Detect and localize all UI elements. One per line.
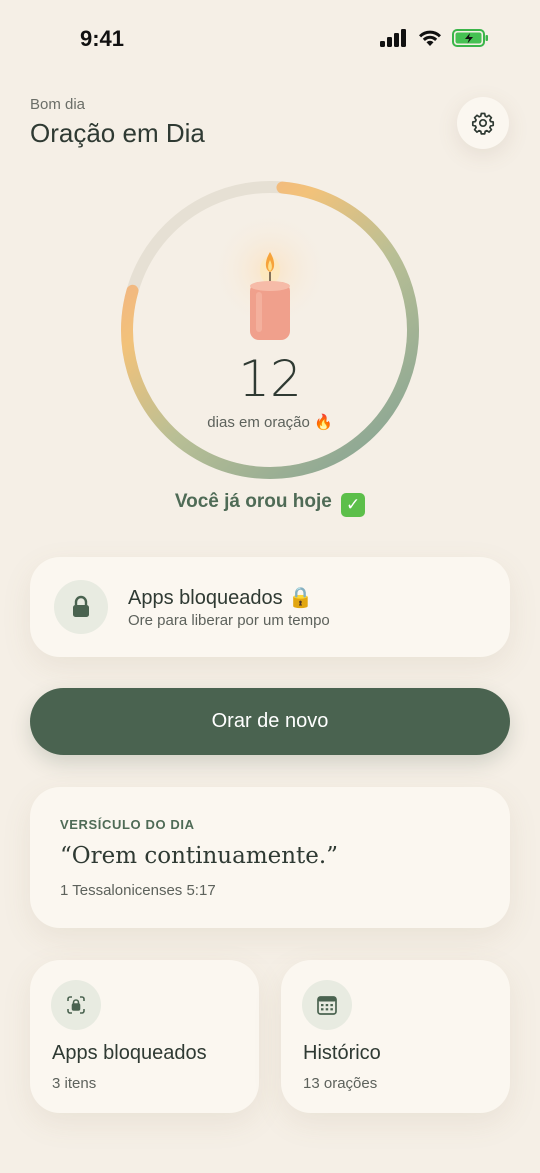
streak-label: dias em oração 🔥 — [207, 414, 333, 431]
gear-icon — [471, 112, 495, 135]
lock-icon-badge — [54, 580, 108, 634]
lock-icon — [73, 595, 89, 617]
blocked-apps-title: Apps bloqueados 🔒 — [128, 587, 314, 609]
battery-charging-icon — [452, 29, 488, 47]
verse-reference: 1 Tessalonicenses 5:17 — [60, 882, 216, 899]
wifi-icon — [419, 30, 441, 46]
verse-text: “Orem continuamente.” — [60, 843, 338, 869]
verse-heading: VERSÍCULO DO DIA — [60, 817, 195, 832]
app-title: Oração em Dia — [30, 118, 205, 148]
app-lock-icon-badge — [51, 980, 101, 1030]
blocked-apps-subtitle: Ore para liberar por um tempo — [128, 612, 330, 629]
tile-subtitle: 3 itens — [52, 1075, 97, 1092]
calendar-icon — [317, 996, 337, 1015]
blocked-apps-tile[interactable]: Apps bloqueados 3 itens — [30, 960, 259, 1113]
tile-title: Histórico — [303, 1042, 381, 1064]
cellular-signal-icon — [380, 29, 406, 47]
settings-button[interactable] — [457, 97, 509, 149]
prayed-today-message: Você já orou hoje ✓ — [0, 491, 540, 517]
calendar-icon-badge — [302, 980, 352, 1030]
status-icons — [380, 28, 490, 48]
streak-count: 12 — [238, 350, 302, 408]
status-bar: 9:41 — [0, 0, 540, 80]
verse-card: VERSÍCULO DO DIA “Orem continuamente.” 1… — [30, 787, 510, 928]
tile-title: Apps bloqueados — [52, 1042, 207, 1064]
app-lock-icon — [67, 996, 85, 1014]
check-mark-icon: ✓ — [341, 493, 366, 517]
streak-ring: 12 dias em oração 🔥 — [120, 180, 420, 480]
pray-again-button[interactable]: Orar de novo — [30, 688, 510, 755]
status-time: 9:41 — [80, 26, 125, 51]
blocked-apps-card[interactable]: Apps bloqueados 🔒 Ore para liberar por u… — [30, 557, 510, 657]
greeting: Bom dia — [30, 96, 86, 113]
history-tile[interactable]: Histórico 13 orações — [281, 960, 510, 1113]
tile-subtitle: 13 orações — [303, 1075, 378, 1092]
candle-icon — [250, 252, 290, 340]
prayed-today-text: Você já orou hoje — [174, 491, 332, 512]
